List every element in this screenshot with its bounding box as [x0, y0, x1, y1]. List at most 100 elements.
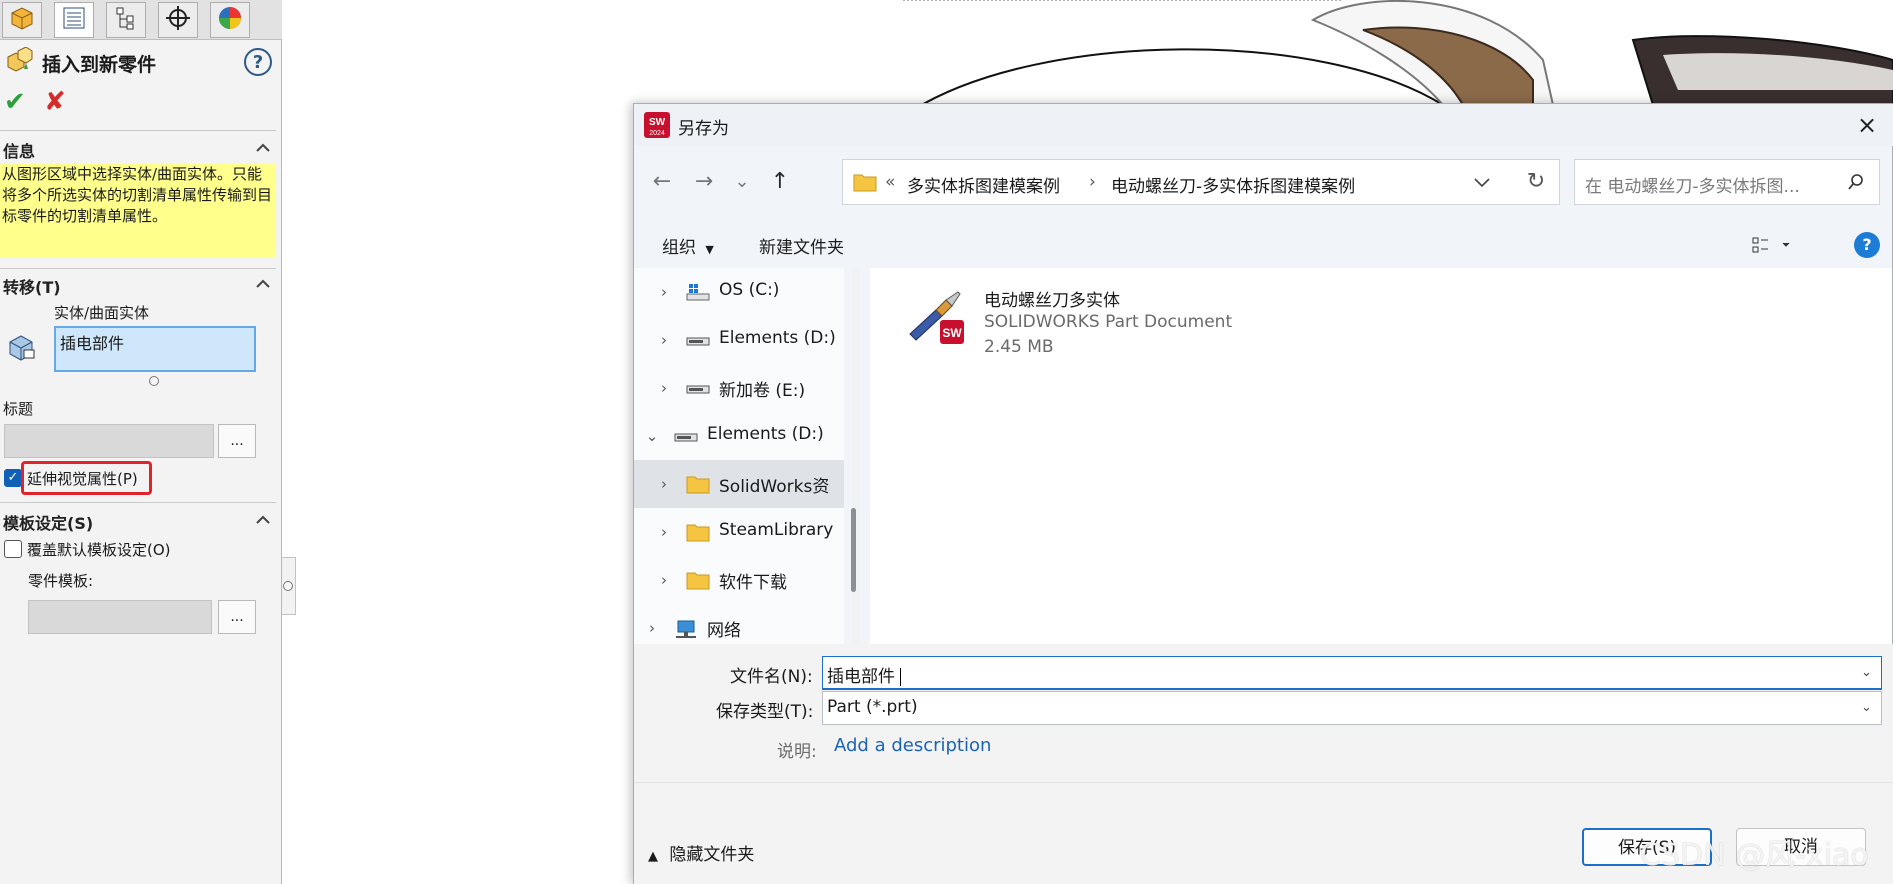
- close-button[interactable]: ×: [1854, 112, 1880, 138]
- navigation-bar: ← → ⌄ ↑ « 多实体拆图建模案例 › 电动螺丝刀-多实体拆图建模案例 ↻ …: [634, 154, 1893, 210]
- forward-button[interactable]: →: [688, 166, 720, 198]
- folder-icon: [686, 522, 710, 542]
- chevron-right-icon[interactable]: ›: [656, 330, 672, 350]
- display-manager-icon: [217, 5, 243, 35]
- svg-text:2024: 2024: [649, 130, 665, 137]
- tree-item-label: 新加卷 (E:): [719, 381, 806, 401]
- template-browse-button[interactable]: ...: [218, 600, 256, 634]
- tree-item-downloads[interactable]: › 软件下载: [634, 556, 844, 604]
- new-folder-button[interactable]: 新建文件夹: [759, 233, 844, 258]
- feature-manager-tab[interactable]: [2, 2, 42, 38]
- chevron-right-icon[interactable]: ›: [656, 474, 672, 494]
- tree-item-elements-d[interactable]: › Elements (D:): [634, 316, 844, 364]
- chevron-right-icon[interactable]: ›: [656, 522, 672, 542]
- address-bar[interactable]: « 多实体拆图建模案例 › 电动螺丝刀-多实体拆图建模案例: [842, 159, 1560, 205]
- splitter-grip[interactable]: [283, 581, 293, 591]
- property-manager-tab[interactable]: [54, 2, 94, 38]
- configuration-manager-icon: [113, 5, 139, 35]
- savetype-value: Part (*.prt): [827, 697, 918, 717]
- filename-input[interactable]: 插电部件 ⌄: [822, 656, 1882, 690]
- title-field[interactable]: [4, 424, 214, 458]
- solid-body-icon: [6, 332, 36, 366]
- tree-item-network[interactable]: › 网络: [634, 604, 844, 644]
- property-manager-panel: 插入到新零件 ? ✔ ✘ 信息 从图形区域中选择实体/曲面实体。只能将多个所选实…: [0, 0, 282, 884]
- collapse-chevron-icon[interactable]: [255, 276, 271, 292]
- organize-menu[interactable]: 组织 ▼: [662, 233, 714, 258]
- chevron-down-icon[interactable]: [1473, 174, 1491, 194]
- bodies-label: 实体/曲面实体: [54, 304, 150, 322]
- resize-handle[interactable]: [149, 376, 159, 386]
- cancel-x-button[interactable]: ✘: [44, 88, 72, 116]
- display-manager-tab[interactable]: [210, 2, 250, 38]
- ok-check-button[interactable]: ✔: [4, 88, 32, 116]
- folder-icon: [686, 570, 710, 590]
- breadcrumb-segment[interactable]: 多实体拆图建模案例: [907, 172, 1060, 197]
- info-message: 从图形区域中选择实体/曲面实体。只能将多个所选实体的切割清单属性传输到目标零件的…: [0, 164, 276, 258]
- add-description-link[interactable]: Add a description: [834, 735, 991, 756]
- view-options-icon[interactable]: [1752, 236, 1792, 258]
- tree-scrollbar-thumb[interactable]: [851, 508, 856, 592]
- chevron-up-icon: ▲: [648, 849, 658, 864]
- tree-item-new-volume-e[interactable]: › 新加卷 (E:): [634, 364, 844, 412]
- savetype-select[interactable]: Part (*.prt) ⌄: [822, 691, 1882, 725]
- dimxpert-icon: [165, 5, 191, 35]
- back-button[interactable]: ←: [646, 166, 678, 198]
- collapse-chevron-icon[interactable]: [255, 140, 271, 156]
- title-browse-button[interactable]: ...: [218, 424, 256, 458]
- part-template-label: 零件模板:: [28, 572, 94, 590]
- help-icon[interactable]: ?: [244, 48, 272, 76]
- csdn-watermark: CSDN @风-xiao: [1640, 838, 1869, 873]
- override-template-checkbox[interactable]: [4, 540, 22, 558]
- dialog-title-bar[interactable]: SW 2024 另存为 ×: [634, 104, 1893, 146]
- bodies-selection-box[interactable]: 插电部件: [54, 326, 256, 372]
- insert-into-new-part-icon: [4, 46, 34, 79]
- dimxpert-tab[interactable]: [158, 2, 198, 38]
- breadcrumb-segment[interactable]: 电动螺丝刀-多实体拆图建模案例: [1111, 172, 1355, 197]
- feature-manager-icon: [9, 5, 35, 35]
- text-caret: [900, 668, 902, 686]
- up-button[interactable]: ↑: [764, 166, 796, 198]
- propagate-visual-checkbox[interactable]: ✓: [4, 469, 22, 487]
- collapse-chevron-icon[interactable]: [255, 512, 271, 528]
- configuration-manager-tab[interactable]: [106, 2, 146, 38]
- save-as-dialog: SW 2024 另存为 × ← → ⌄ ↑ « 多实体拆图建模案例 › 电动螺丝…: [633, 103, 1893, 884]
- recent-locations-button[interactable]: ⌄: [726, 166, 758, 198]
- panel-splitter[interactable]: [282, 557, 296, 615]
- chevron-down-icon[interactable]: ⌄: [1861, 698, 1875, 718]
- windows-drive-icon: [686, 282, 710, 302]
- tree-item-elements-d-expanded[interactable]: ⌄ Elements (D:): [634, 412, 844, 460]
- divider: [0, 130, 276, 131]
- folder-tree[interactable]: › OS (C:) › Elements (D:) › 新加卷 (E:) ⌄ E…: [634, 268, 844, 644]
- part-template-field[interactable]: [28, 600, 212, 634]
- chevron-right-icon[interactable]: ›: [656, 282, 672, 302]
- pm-title-bar: 插入到新零件 ?: [4, 46, 278, 80]
- address-overflow[interactable]: «: [885, 172, 895, 192]
- template-section-header[interactable]: 模板设定(S): [3, 510, 275, 534]
- tree-item-steamlibrary[interactable]: › SteamLibrary: [634, 508, 844, 556]
- file-item[interactable]: SW 电动螺丝刀多实体 SOLIDWORKS Part Document 2.4…: [906, 278, 1366, 368]
- transfer-section-header[interactable]: 转移(T): [3, 274, 275, 298]
- part-edge-curve: [912, 48, 1444, 111]
- search-placeholder: 在 电动螺丝刀-多实体拆图...: [1585, 177, 1800, 197]
- tree-item-os-c[interactable]: › OS (C:): [634, 268, 844, 316]
- info-section-header[interactable]: 信息: [3, 138, 275, 162]
- tree-item-label: 网络: [707, 621, 741, 641]
- help-icon[interactable]: ?: [1854, 232, 1880, 258]
- chevron-down-icon[interactable]: ⌄: [644, 426, 660, 446]
- chevron-right-icon[interactable]: ›: [656, 378, 672, 398]
- hide-folders-toggle[interactable]: ▲ 隐藏文件夹: [648, 840, 754, 865]
- chevron-down-icon[interactable]: ⌄: [1861, 663, 1875, 683]
- search-icon: [1847, 173, 1865, 196]
- tree-item-label: OS (C:): [719, 280, 780, 300]
- selected-body-item[interactable]: 插电部件: [60, 334, 124, 353]
- tree-item-label: Elements (D:): [707, 424, 824, 444]
- drive-icon: [686, 330, 710, 350]
- chevron-right-icon[interactable]: ›: [656, 570, 672, 590]
- tree-item-solidworks[interactable]: › SolidWorks资: [634, 460, 844, 508]
- chevron-right-icon[interactable]: ›: [644, 618, 660, 638]
- network-icon: [674, 618, 698, 638]
- override-template-label: 覆盖默认模板设定(O): [27, 541, 171, 559]
- search-box[interactable]: 在 电动螺丝刀-多实体拆图...: [1574, 159, 1880, 205]
- refresh-button[interactable]: ↻: [1520, 166, 1552, 198]
- file-list-pane[interactable]: SW 电动螺丝刀多实体 SOLIDWORKS Part Document 2.4…: [870, 268, 1892, 644]
